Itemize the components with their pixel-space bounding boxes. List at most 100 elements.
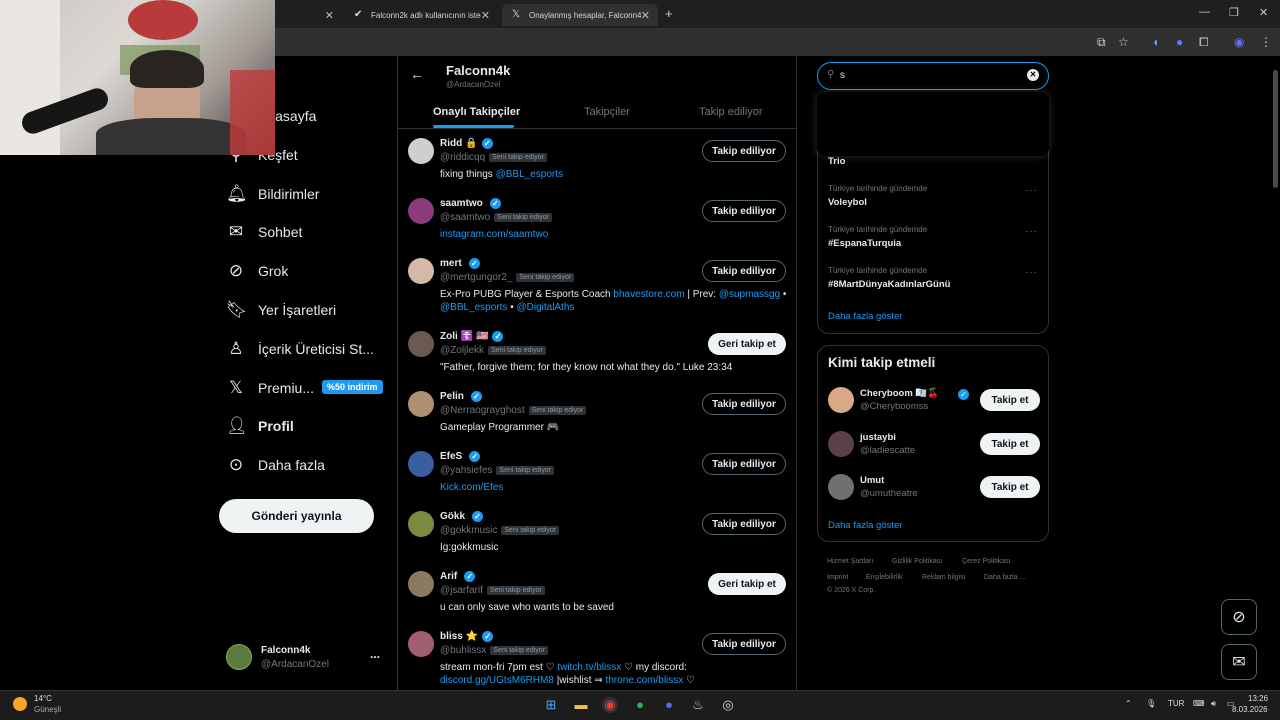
- weather-desc[interactable]: Güneşli: [34, 705, 61, 714]
- footer-link[interactable]: Hizmet Şartları: [827, 558, 873, 565]
- clock-time[interactable]: 13:26: [1248, 694, 1268, 703]
- spotify-icon[interactable]: ●: [632, 697, 648, 713]
- footer-link[interactable]: Erişilebilirlik: [866, 574, 903, 581]
- browser-tab-active[interactable]: 𝕏 Onaylanmış hesaplar, Falconn4k ✕: [502, 4, 658, 26]
- follower-name[interactable]: EfeS ✓: [440, 451, 481, 462]
- following-button[interactable]: Takip ediliyor: [702, 200, 786, 222]
- new-tab-button[interactable]: +: [665, 6, 673, 21]
- follower-name[interactable]: Pelin ✓: [440, 391, 482, 402]
- follower-row[interactable]: Gökk ✓ @gokkmusic Seni takip ediyor Ig:g…: [398, 509, 796, 569]
- close-window-icon[interactable]: ✕: [1259, 6, 1268, 19]
- bio-link[interactable]: @BBL_esports: [496, 169, 563, 180]
- following-button[interactable]: Takip ediliyor: [702, 260, 786, 282]
- footer-link[interactable]: Daha fazla ...: [984, 574, 1025, 581]
- following-button[interactable]: Takip ediliyor: [702, 453, 786, 475]
- bio-link[interactable]: discord.gg/UGtsM6RHM8: [440, 675, 554, 686]
- follow-button[interactable]: Takip et: [980, 433, 1040, 455]
- steam-icon[interactable]: ♨: [690, 697, 706, 713]
- bio-link[interactable]: @BBL_esports: [440, 302, 507, 313]
- profile-avatar[interactable]: ◉: [1234, 35, 1244, 49]
- trend-title[interactable]: #EspanaTurquia: [828, 238, 901, 249]
- close-tab-icon[interactable]: ✕: [325, 9, 334, 22]
- follow-button[interactable]: Takip et: [980, 476, 1040, 498]
- nav-premium[interactable]: 𝕏 Premiu...: [226, 373, 314, 403]
- avatar[interactable]: [408, 391, 434, 417]
- minimize-icon[interactable]: —: [1199, 6, 1210, 18]
- follower-row[interactable]: Arif ✓ @jsarfarif Seni takip ediyor u ca…: [398, 569, 796, 629]
- scrollbar-thumb[interactable]: [1273, 70, 1278, 188]
- following-button[interactable]: Takip ediliyor: [702, 140, 786, 162]
- nav-notifications[interactable]: 🔔︎ Bildirimler: [226, 179, 319, 209]
- nav-chat[interactable]: ✉ Sohbet: [226, 217, 303, 247]
- trend-title[interactable]: Trio: [828, 156, 845, 167]
- close-tab-icon[interactable]: ✕: [481, 9, 490, 22]
- clear-search-icon[interactable]: ✕: [1027, 69, 1039, 81]
- weather-temp[interactable]: 14°C: [34, 694, 52, 703]
- trend-title[interactable]: Voleybol: [828, 197, 867, 208]
- follower-name[interactable]: mert ✓: [440, 258, 480, 269]
- volume-icon[interactable]: 🔊︎: [1211, 699, 1216, 709]
- follower-name[interactable]: bliss ⭐ ✓: [440, 631, 494, 642]
- menu-dots-icon[interactable]: ⋮: [1260, 35, 1272, 49]
- tab-verified-followers[interactable]: Onaylı Takipçiler: [433, 106, 520, 118]
- extension-icon[interactable]: ●: [1176, 35, 1183, 49]
- nav-bookmarks[interactable]: 🔖︎ Yer İşaretleri: [226, 295, 336, 325]
- browser-tab[interactable]: ✔ Falconn2k adlı kullanıcının isteğ ✕: [344, 4, 498, 26]
- follower-row[interactable]: Pelin ✓ @Nerraograyghost Seni takip ediy…: [398, 389, 796, 449]
- sun-icon[interactable]: [13, 697, 27, 711]
- messages-floating-button[interactable]: ✉: [1221, 644, 1257, 680]
- follower-name[interactable]: Arif ✓: [440, 571, 476, 582]
- suggestion-row[interactable]: Cheryboom 🇽🇽🍒 ✓ @Cheryboomss Takip et: [828, 387, 1040, 417]
- avatar[interactable]: [408, 331, 434, 357]
- nav-grok[interactable]: ⊘ Grok: [226, 256, 288, 286]
- nav-more[interactable]: ⊙ Daha fazla: [226, 450, 325, 480]
- chrome-icon[interactable]: ◉: [602, 697, 618, 713]
- bio-link[interactable]: Kick.com/Efes: [440, 482, 503, 493]
- app-icon[interactable]: ◎: [720, 697, 736, 713]
- trend-more-icon[interactable]: ···: [1025, 226, 1038, 237]
- suggestion-row[interactable]: Umut @umutheatre Takip et: [828, 474, 1040, 504]
- following-button[interactable]: Takip ediliyor: [702, 513, 786, 535]
- tab-following[interactable]: Takip ediliyor: [699, 106, 763, 118]
- network-icon[interactable]: ⌨: [1193, 699, 1205, 708]
- browser-tab[interactable]: ✕: [276, 4, 342, 26]
- account-more-icon[interactable]: ...: [370, 647, 380, 661]
- bio-link[interactable]: @supmassgg: [719, 289, 780, 300]
- avatar[interactable]: [408, 138, 434, 164]
- close-tab-icon[interactable]: ✕: [641, 9, 650, 22]
- footer-link[interactable]: Imprint: [827, 574, 848, 581]
- follow-back-button[interactable]: Geri takip et: [708, 333, 786, 355]
- suggestion-row[interactable]: justaybi @ladiescatte Takip et: [828, 431, 1040, 461]
- trend-title[interactable]: #8MartDünyaKadınlarGünü: [828, 279, 950, 290]
- follower-row[interactable]: bliss ⭐ ✓ @buhlissx Seni takip ediyor st…: [398, 629, 796, 689]
- input-language[interactable]: TUR: [1168, 699, 1184, 708]
- puzzle-icon[interactable]: ⧠: [1199, 35, 1209, 50]
- discord-icon[interactable]: ●: [661, 697, 677, 713]
- avatar[interactable]: [408, 198, 434, 224]
- clock-date[interactable]: 8.03.2026: [1232, 705, 1268, 714]
- avatar[interactable]: [408, 571, 434, 597]
- grok-floating-button[interactable]: ⊘: [1221, 599, 1257, 635]
- trends-show-more-link[interactable]: Daha fazla göster: [828, 311, 902, 322]
- avatar[interactable]: [408, 258, 434, 284]
- following-button[interactable]: Takip ediliyor: [702, 393, 786, 415]
- follower-row[interactable]: EfeS ✓ @yahsiefes Seni takip ediyor Kick…: [398, 449, 796, 509]
- bio-link[interactable]: twitch.tv/blissx: [557, 662, 621, 673]
- follower-row[interactable]: saamtwo ✓ @saamtwo Seni takip ediyor ins…: [398, 196, 796, 256]
- follow-back-button[interactable]: Geri takip et: [708, 573, 786, 595]
- trend-more-icon[interactable]: ···: [1025, 267, 1038, 278]
- footer-link[interactable]: Reklam bilgisi: [922, 574, 965, 581]
- back-arrow-icon[interactable]: ←: [410, 66, 424, 82]
- follower-name[interactable]: Zoli ☦️ 🇺🇸 ✓: [440, 331, 504, 342]
- footer-link[interactable]: Çerez Politikası: [962, 558, 1011, 565]
- windows-start-icon[interactable]: ⊞: [543, 697, 559, 713]
- maximize-icon[interactable]: ❐: [1229, 6, 1239, 19]
- following-button[interactable]: Takip ediliyor: [702, 633, 786, 655]
- file-explorer-icon[interactable]: ▬: [573, 697, 589, 713]
- extension-icon[interactable]: ◖: [1152, 35, 1159, 49]
- follower-row[interactable]: Zoli ☦️ 🇺🇸 ✓ @Zoljlekk Seni takip ediyor…: [398, 329, 796, 389]
- microphone-icon[interactable]: 🎙︎: [1146, 699, 1156, 708]
- search-box[interactable]: ⚲ s ✕: [817, 62, 1049, 90]
- nav-creator-studio[interactable]: ♙ İçerik Üreticisi St...: [226, 334, 374, 364]
- follower-name[interactable]: saamtwo ✓: [440, 198, 501, 209]
